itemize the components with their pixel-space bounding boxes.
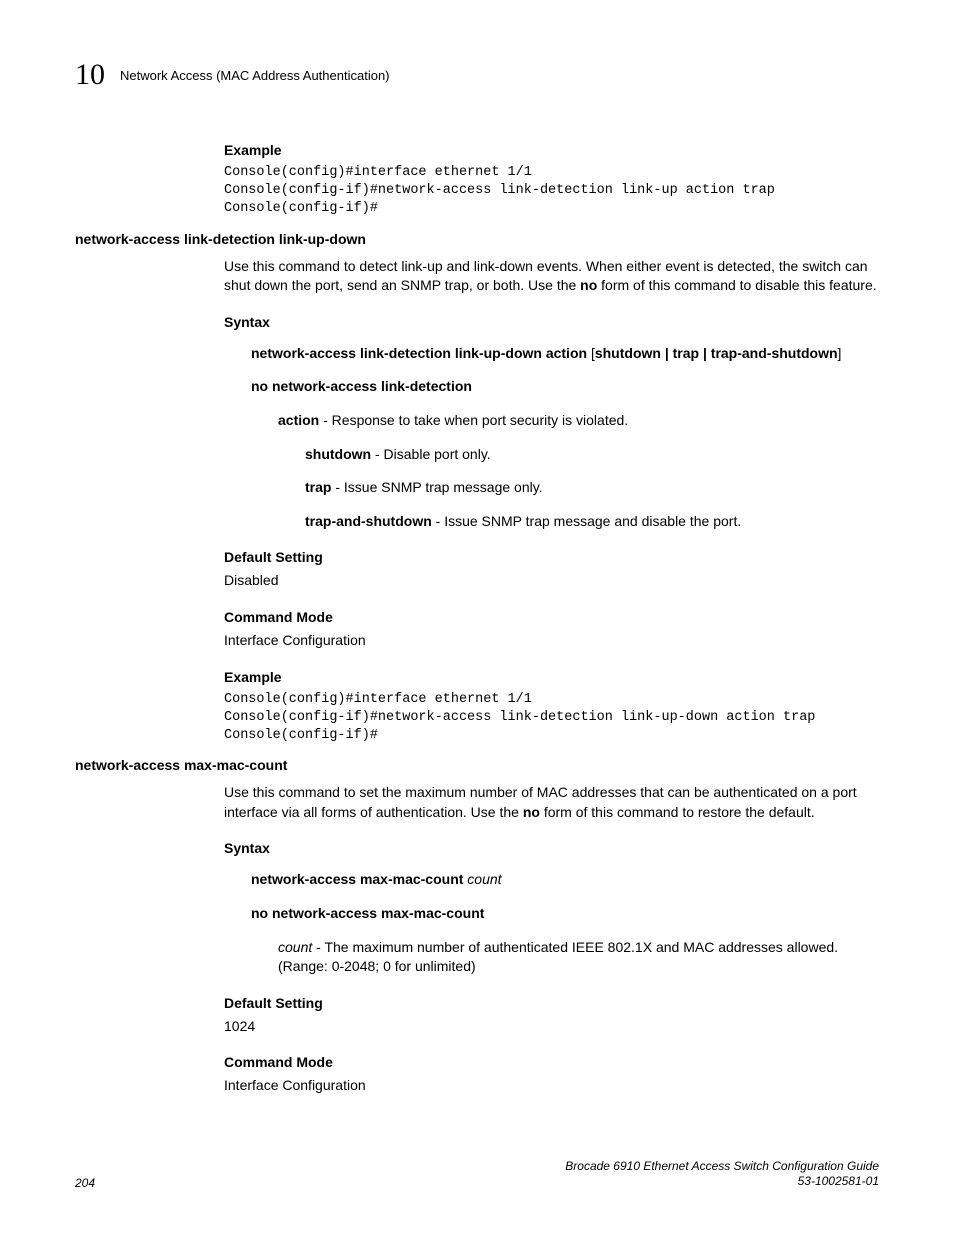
- page-number: 204: [75, 1176, 95, 1190]
- mode-heading: Command Mode: [224, 609, 879, 625]
- param-name: action: [278, 412, 319, 428]
- param-name: count: [278, 939, 312, 955]
- default-value: 1024: [224, 1017, 879, 1037]
- default-heading: Default Setting: [224, 995, 879, 1011]
- chapter-number: 10: [75, 58, 105, 92]
- param-action: action - Response to take when port secu…: [278, 411, 879, 431]
- command-name: network-access link-detection link-up-do…: [75, 231, 879, 247]
- footer-right: Brocade 6910 Ethernet Access Switch Conf…: [565, 1159, 879, 1190]
- page-header: 10 Network Access (MAC Address Authentic…: [75, 58, 879, 92]
- page-footer: 204 Brocade 6910 Ethernet Access Switch …: [75, 1159, 879, 1190]
- syntax-param: count: [463, 871, 501, 887]
- syntax-opts: shutdown | trap | trap-and-shutdown: [595, 345, 838, 361]
- mode-value: Interface Configuration: [224, 631, 879, 651]
- content-area: Example Console(config)#interface ethern…: [224, 142, 879, 219]
- default-value: Disabled: [224, 571, 879, 591]
- code-block: Console(config)#interface ethernet 1/1 C…: [224, 164, 879, 219]
- param-shutdown: shutdown - Disable port only.: [305, 445, 879, 465]
- no-syntax: no network-access link-detection: [251, 377, 879, 397]
- desc-text: form of this command to restore the defa…: [540, 804, 815, 820]
- syntax-heading: Syntax: [224, 314, 879, 330]
- desc-text: form of this command to disable this fea…: [597, 277, 876, 293]
- mode-heading: Command Mode: [224, 1054, 879, 1070]
- syntax-close: ]: [838, 345, 842, 361]
- syntax-heading: Syntax: [224, 840, 879, 856]
- syntax-cmd: network-access link-detection link-up-do…: [251, 345, 587, 361]
- param-desc: - Issue SNMP trap message and disable th…: [432, 513, 741, 529]
- param-name: trap-and-shutdown: [305, 513, 432, 529]
- param-tas: trap-and-shutdown - Issue SNMP trap mess…: [305, 512, 879, 532]
- param-desc: - The maximum number of authenticated IE…: [278, 939, 838, 975]
- mode-value: Interface Configuration: [224, 1076, 879, 1096]
- example-heading: Example: [224, 669, 879, 685]
- param-desc: - Issue SNMP trap message only.: [331, 479, 542, 495]
- guide-title: Brocade 6910 Ethernet Access Switch Conf…: [565, 1159, 879, 1175]
- default-heading: Default Setting: [224, 549, 879, 565]
- param-desc: - Disable port only.: [371, 446, 491, 462]
- param-name: shutdown: [305, 446, 371, 462]
- example-heading: Example: [224, 142, 879, 158]
- command-desc: Use this command to set the maximum numb…: [224, 783, 879, 822]
- syntax-bracket: [: [587, 345, 595, 361]
- syntax-line: network-access link-detection link-up-do…: [251, 344, 879, 364]
- syntax-line: network-access max-mac-count count: [251, 870, 879, 890]
- command-desc: Use this command to detect link-up and l…: [224, 257, 879, 296]
- param-count: count - The maximum number of authentica…: [278, 938, 879, 977]
- param-name: trap: [305, 479, 331, 495]
- no-keyword: no: [580, 277, 597, 293]
- param-trap: trap - Issue SNMP trap message only.: [305, 478, 879, 498]
- doc-number: 53-1002581-01: [565, 1174, 879, 1190]
- no-syntax: no network-access max-mac-count: [251, 904, 879, 924]
- code-block: Console(config)#interface ethernet 1/1 C…: [224, 691, 879, 746]
- command-body: Use this command to set the maximum numb…: [224, 783, 879, 1096]
- header-title: Network Access (MAC Address Authenticati…: [120, 68, 390, 83]
- syntax-cmd: network-access max-mac-count: [251, 871, 463, 887]
- command-body: Use this command to detect link-up and l…: [224, 257, 879, 746]
- param-desc: - Response to take when port security is…: [319, 412, 628, 428]
- no-keyword: no: [523, 804, 540, 820]
- command-name: network-access max-mac-count: [75, 757, 879, 773]
